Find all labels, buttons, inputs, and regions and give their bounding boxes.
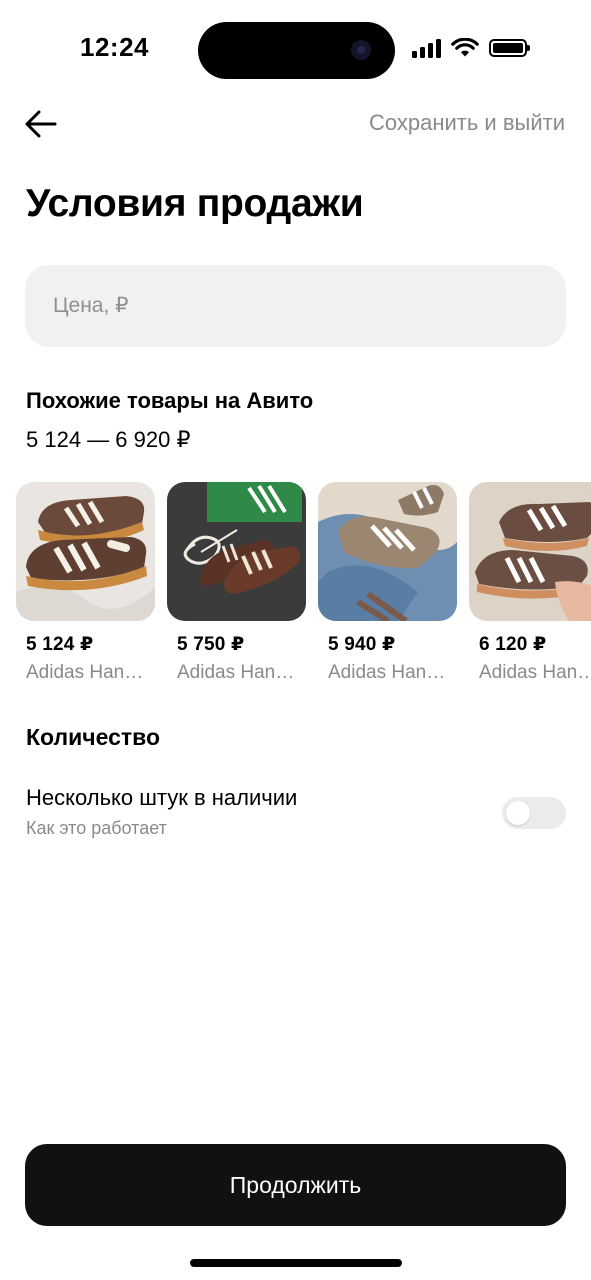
dynamic-island (198, 22, 395, 79)
product-image (318, 482, 457, 621)
product-price: 5 940 ₽ (328, 634, 396, 655)
camera-icon (351, 40, 371, 60)
home-indicator (190, 1259, 402, 1267)
back-arrow-icon[interactable] (22, 104, 62, 144)
toggle-knob (506, 801, 530, 825)
similar-items-carousel[interactable]: 5 124 ₽ Adidas Handball Spezial 5 750 ₽ … (16, 482, 591, 692)
save-and-exit-link[interactable]: Сохранить и выйти (369, 110, 565, 136)
status-time: 12:24 (80, 32, 149, 62)
product-card[interactable]: 5 750 ₽ Adidas Handball Spezial (167, 482, 306, 684)
product-card[interactable]: 6 120 ₽ Adidas Handball Spezial (469, 482, 591, 684)
product-card[interactable]: 5 124 ₽ Adidas Handball Spezial (16, 482, 155, 684)
cellular-signal-icon (412, 38, 441, 58)
page-title: Условия продажи (26, 182, 364, 225)
product-price: 6 120 ₽ (479, 634, 547, 655)
continue-button[interactable]: Продолжить (25, 1144, 566, 1226)
product-name: Adidas Handball Spezial (177, 662, 302, 683)
product-image (167, 482, 306, 621)
product-price: 5 750 ₽ (177, 634, 245, 655)
wifi-icon (451, 38, 479, 57)
product-card[interactable]: 5 940 ₽ Adidas Handball Spezial (318, 482, 457, 684)
multiple-in-stock-toggle[interactable] (502, 797, 566, 829)
product-image (469, 482, 591, 621)
product-name: Adidas Handball Spezial (479, 662, 591, 683)
price-input[interactable] (25, 265, 566, 347)
status-icons (412, 38, 530, 58)
product-name: Adidas Handball Spezial (26, 662, 151, 683)
product-price: 5 124 ₽ (26, 634, 94, 655)
battery-icon (489, 39, 530, 57)
product-image (16, 482, 155, 621)
similar-price-range: 5 124 — 6 920 ₽ (26, 427, 191, 452)
similar-items-title: Похожие товары на Авито (26, 388, 314, 413)
how-it-works-link[interactable]: Как это работает (26, 818, 167, 839)
product-name: Adidas Handball Spezial (328, 662, 453, 683)
multiple-in-stock-label: Несколько штук в наличии (26, 785, 298, 810)
quantity-section-title: Количество (26, 724, 161, 750)
